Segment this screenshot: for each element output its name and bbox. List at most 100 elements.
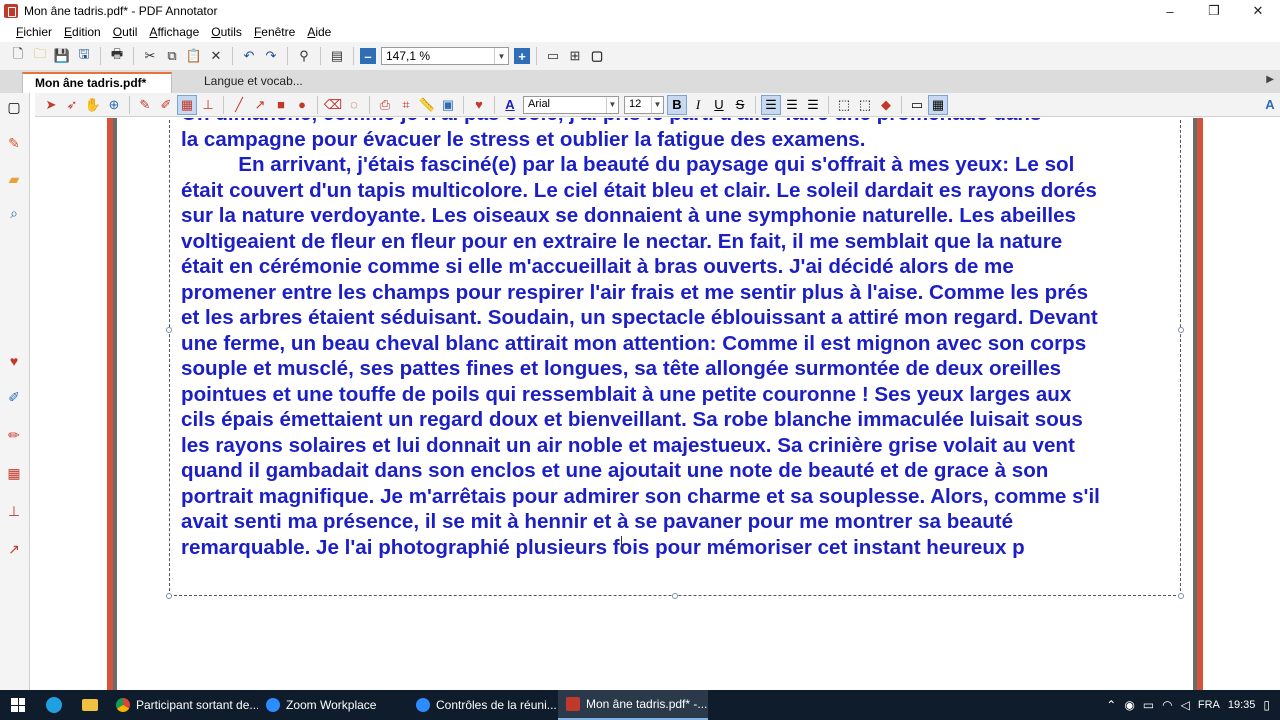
close-button[interactable]: ✕ bbox=[1236, 0, 1280, 22]
tray-language[interactable]: FRA bbox=[1198, 699, 1220, 711]
font-name-dropdown-icon[interactable]: ▼ bbox=[606, 96, 618, 113]
edge-browser-icon[interactable] bbox=[36, 690, 72, 720]
align-right-icon[interactable]: ☰ bbox=[803, 95, 823, 115]
zoom-in-button[interactable]: + bbox=[514, 48, 530, 64]
pen-icon[interactable]: ✎ bbox=[6, 135, 22, 151]
line-tool-icon[interactable]: ╱ bbox=[229, 95, 249, 115]
properties-icon[interactable]: ▦ bbox=[928, 94, 948, 115]
minimize-button[interactable]: – bbox=[1148, 0, 1192, 22]
cut-icon[interactable]: ✂ bbox=[140, 46, 160, 66]
tray-volume-icon[interactable]: ◁ bbox=[1181, 698, 1190, 712]
zoom-out-button[interactable]: – bbox=[360, 48, 376, 64]
arrow-tool-icon[interactable]: ↗ bbox=[250, 95, 270, 115]
strikethrough-button[interactable]: S bbox=[730, 95, 750, 115]
select-page-icon[interactable]: ▢ bbox=[6, 99, 22, 115]
page-layout-icon[interactable]: ▤ bbox=[327, 46, 347, 66]
open-folder-icon[interactable]: 🗀 bbox=[30, 46, 50, 66]
select-text-icon[interactable]: ➶ bbox=[62, 95, 82, 115]
text-tool-icon[interactable]: ▦ bbox=[177, 94, 197, 115]
bookmark-icon[interactable]: ▰ bbox=[6, 171, 22, 187]
undo-icon[interactable]: ↶ bbox=[239, 46, 259, 66]
zoom-tool-icon[interactable]: ⊕ bbox=[104, 95, 124, 115]
fill-color-icon[interactable]: ◆ bbox=[876, 95, 896, 115]
align-center-icon[interactable]: ☰ bbox=[782, 95, 802, 115]
fit-width-icon[interactable]: ⊞ bbox=[565, 46, 585, 66]
resize-handle-left[interactable] bbox=[166, 327, 172, 333]
menu-aide[interactable]: Aide bbox=[301, 25, 337, 39]
menu-fichier[interactable]: Fichier bbox=[10, 25, 58, 39]
arrow-icon[interactable]: ↗ bbox=[6, 541, 22, 557]
paste-icon[interactable]: 📋 bbox=[184, 46, 204, 66]
align-left-icon[interactable]: ☰ bbox=[761, 94, 781, 115]
favorites-heart-icon[interactable]: ♥ bbox=[6, 353, 22, 369]
select-arrow-icon[interactable]: ➤ bbox=[41, 95, 61, 115]
tray-meet-icon[interactable]: ◉ bbox=[1124, 698, 1134, 712]
find-binoculars-icon[interactable]: ⚲ bbox=[294, 46, 314, 66]
tray-overflow-chevron-icon[interactable]: ⌃ bbox=[1106, 698, 1116, 712]
tabs-scroll-right-icon[interactable]: ▶ bbox=[1266, 74, 1274, 85]
taskbar-app-zoom-controls[interactable]: Contrôles de la réuni... bbox=[408, 690, 558, 720]
file-explorer-icon[interactable] bbox=[72, 690, 108, 720]
marker-tool-icon[interactable]: ✐ bbox=[156, 95, 176, 115]
copy-icon[interactable]: ⧉ bbox=[162, 46, 182, 66]
save-icon[interactable]: 💾 bbox=[52, 46, 72, 66]
lasso-tool-icon[interactable]: ◌ bbox=[344, 95, 364, 115]
pdf-page[interactable]: On dimanche, comme je n'ai pas école, j'… bbox=[117, 118, 1193, 690]
menu-outils[interactable]: Outils bbox=[205, 25, 248, 39]
font-size-field[interactable]: 12 ▼ bbox=[624, 95, 664, 114]
resize-handle-bottom-left[interactable] bbox=[166, 593, 172, 599]
tab-langue-et-vocab[interactable]: Langue et vocab... bbox=[192, 72, 342, 93]
favorite-heart-icon[interactable]: ♥ bbox=[469, 95, 489, 115]
delete-icon[interactable]: ✕ bbox=[206, 46, 226, 66]
stamp-tool-icon[interactable]: ⊥ bbox=[198, 95, 218, 115]
rectangle-tool-icon[interactable]: ■ bbox=[271, 95, 291, 115]
crop-tool-icon[interactable]: ⌗ bbox=[396, 95, 416, 115]
print-icon[interactable]: 🖶 bbox=[107, 46, 127, 66]
tray-wifi-icon[interactable]: ◠ bbox=[1162, 698, 1172, 712]
stamp-icon[interactable]: ⊥ bbox=[6, 503, 22, 519]
marker-icon[interactable]: ✏ bbox=[6, 427, 22, 443]
border-style-icon[interactable]: ⬚ bbox=[834, 95, 854, 115]
new-document-icon[interactable]: 🗋 bbox=[8, 46, 28, 66]
highlighter-icon[interactable]: ✐ bbox=[6, 389, 22, 405]
camera-tool-icon[interactable]: ⎙ bbox=[375, 95, 395, 115]
taskbar-app-pdf-annotator[interactable]: Mon âne tadris.pdf* -... bbox=[558, 690, 708, 720]
eraser-tool-icon[interactable]: ⌫ bbox=[323, 95, 343, 115]
underline-button[interactable]: U bbox=[709, 95, 729, 115]
text-recognition-icon[interactable]: A bbox=[1260, 95, 1280, 115]
image-tool-icon[interactable]: ▣ bbox=[438, 95, 458, 115]
taskbar-app-zoom[interactable]: Zoom Workplace bbox=[258, 690, 408, 720]
font-size-dropdown-icon[interactable]: ▼ bbox=[651, 96, 663, 113]
zoom-dropdown-icon[interactable]: ▼ bbox=[494, 48, 508, 64]
menu-outil[interactable]: Outil bbox=[107, 25, 144, 39]
ruler-tool-icon[interactable]: 📏 bbox=[417, 95, 437, 115]
font-name-field[interactable]: Arial ▼ bbox=[523, 95, 619, 114]
resize-handle-bottom[interactable] bbox=[672, 593, 678, 599]
line-style-icon[interactable]: ⬚ bbox=[855, 95, 875, 115]
start-button[interactable] bbox=[0, 690, 36, 720]
redo-icon[interactable]: ↷ bbox=[261, 46, 281, 66]
italic-button[interactable]: I bbox=[688, 95, 708, 115]
fit-page-icon[interactable]: ▭ bbox=[543, 46, 563, 66]
full-screen-icon[interactable]: ▢ bbox=[587, 46, 607, 66]
menu-edition[interactable]: Edition bbox=[58, 25, 107, 39]
pen-tool-icon[interactable]: ✎ bbox=[135, 95, 155, 115]
hand-tool-icon[interactable]: ✋ bbox=[83, 95, 103, 115]
document-view[interactable]: On dimanche, comme je n'ai pas école, j'… bbox=[35, 118, 1280, 690]
resize-handle-bottom-right[interactable] bbox=[1178, 593, 1184, 599]
text-color-icon[interactable]: A bbox=[500, 95, 520, 115]
attachment-icon[interactable]: ⌕ bbox=[6, 205, 22, 221]
tray-clock[interactable]: 19:35 bbox=[1228, 699, 1256, 711]
taskbar-app-chrome[interactable]: Participant sortant de... bbox=[108, 690, 258, 720]
annotation-text[interactable]: On dimanche, comme je n'ai pas école, j'… bbox=[181, 118, 1181, 560]
notifications-icon[interactable]: ▯ bbox=[1263, 698, 1270, 712]
tray-network-icon[interactable]: ▭ bbox=[1143, 698, 1154, 712]
ellipse-tool-icon[interactable]: ● bbox=[292, 95, 312, 115]
tab-mon-ane-tadris[interactable]: Mon âne tadris.pdf* bbox=[22, 72, 172, 93]
menu-fenetre[interactable]: Fenêtre bbox=[248, 25, 301, 39]
zoom-level-field[interactable]: 147,1 % ▼ bbox=[381, 47, 509, 65]
menu-affichage[interactable]: Affichage bbox=[143, 25, 205, 39]
options-icon[interactable]: ▭ bbox=[907, 95, 927, 115]
save-all-icon[interactable]: 🖫 bbox=[74, 46, 94, 66]
maximize-button[interactable]: ❐ bbox=[1192, 0, 1236, 22]
